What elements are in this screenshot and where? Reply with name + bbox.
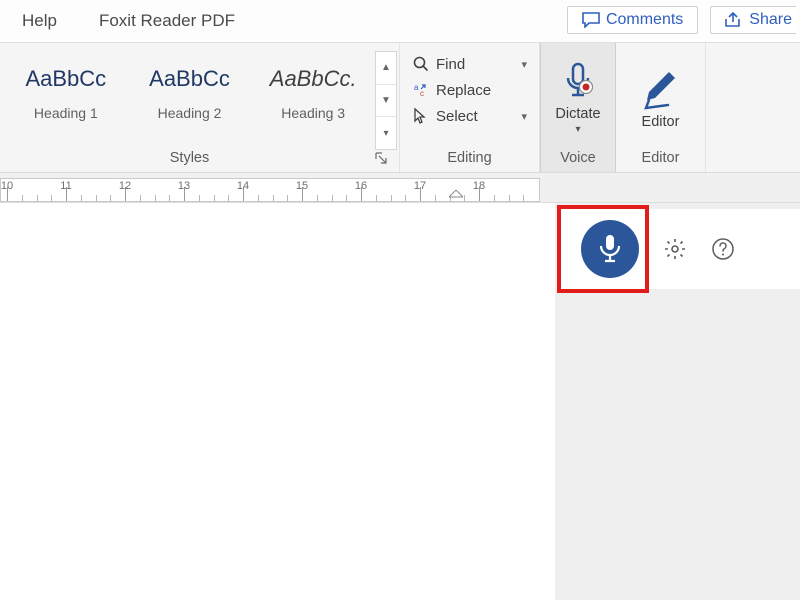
share-button[interactable]: Share xyxy=(710,6,796,34)
title-actions: Comments Share xyxy=(567,6,796,34)
comment-icon xyxy=(582,12,600,28)
style-preview: AaBbCc. xyxy=(253,55,373,103)
gallery-scroll: ▲ ▼ ▾ xyxy=(375,51,397,150)
style-preview: AaBbCc xyxy=(6,55,126,103)
ruler-minor-tick xyxy=(22,195,23,201)
comments-label: Comments xyxy=(606,11,683,29)
editor-pen-icon xyxy=(643,68,679,112)
ruler-minor-tick xyxy=(169,195,170,201)
editing-group: Find ▾ a c Replace Select ▾ Editing xyxy=(400,43,540,172)
gallery-scroll-up[interactable]: ▲ xyxy=(376,52,396,85)
ruler-number: 15 xyxy=(296,180,308,192)
ruler-number: 12 xyxy=(119,180,131,192)
editor-group-label: Editor xyxy=(616,146,705,172)
help-icon[interactable] xyxy=(711,237,735,261)
ruler-minor-tick xyxy=(214,195,215,201)
styles-group-label: Styles xyxy=(4,150,375,166)
select-button[interactable]: Select ▾ xyxy=(408,105,531,127)
ruler-minor-tick xyxy=(464,195,465,201)
gallery-scroll-down[interactable]: ▼ xyxy=(376,85,396,118)
ruler-minor-tick xyxy=(199,195,200,201)
ruler-minor-tick xyxy=(110,195,111,201)
ruler-minor-tick xyxy=(287,195,288,201)
ruler-minor-tick xyxy=(509,195,510,201)
ruler-minor-tick xyxy=(140,195,141,201)
find-button[interactable]: Find ▾ xyxy=(408,53,531,75)
ruler-number: 11 xyxy=(60,180,71,192)
share-label: Share xyxy=(749,11,792,29)
voice-group-label: Voice xyxy=(541,146,615,172)
ruler-number: 13 xyxy=(178,180,190,192)
ruler-minor-tick xyxy=(37,195,38,201)
ruler-number: 10 xyxy=(1,180,13,192)
replace-label: Replace xyxy=(436,82,491,99)
horizontal-ruler[interactable]: 10 11 12 13 14 15 16 17 18 xyxy=(0,178,540,202)
dictate-button[interactable]: Dictate ▾ xyxy=(541,51,615,146)
ruler-minor-tick xyxy=(435,195,436,201)
ruler-minor-tick xyxy=(258,195,259,201)
voice-group: Dictate ▾ Voice xyxy=(540,43,616,172)
select-label: Select xyxy=(436,108,478,125)
chevron-down-icon: ▾ xyxy=(575,124,580,135)
chevron-down-icon: ▾ xyxy=(521,58,527,71)
ruler-minor-tick xyxy=(494,195,495,201)
style-heading1[interactable]: AaBbCc Heading 1 xyxy=(4,51,128,150)
svg-text:c: c xyxy=(420,89,424,98)
style-heading2[interactable]: AaBbCc Heading 2 xyxy=(128,51,252,150)
tutorial-highlight xyxy=(557,205,649,293)
replace-button[interactable]: a c Replace xyxy=(408,79,531,101)
ruler-number: 17 xyxy=(414,180,426,192)
style-caption: Heading 3 xyxy=(253,105,373,121)
ribbon: AaBbCc Heading 1 AaBbCc Heading 2 AaBbCc… xyxy=(0,43,800,173)
ruler-minor-tick xyxy=(155,195,156,201)
ruler-minor-tick xyxy=(228,195,229,201)
replace-icon: a c xyxy=(412,81,430,99)
ruler-number: 14 xyxy=(237,180,249,192)
dictate-icon xyxy=(561,62,595,104)
ruler-row: 10 11 12 13 14 15 16 17 18 xyxy=(0,173,800,203)
comments-button[interactable]: Comments xyxy=(567,6,698,34)
ruler-minor-tick xyxy=(96,195,97,201)
ruler-minor-tick xyxy=(391,195,392,201)
ruler-minor-tick xyxy=(405,195,406,201)
ruler-minor-tick xyxy=(376,195,377,201)
editor-group: Editor Editor xyxy=(616,43,706,172)
ruler-number: 18 xyxy=(473,180,485,192)
styles-group: AaBbCc Heading 1 AaBbCc Heading 2 AaBbCc… xyxy=(0,43,400,172)
dictation-panel xyxy=(555,203,800,600)
styles-launcher-icon[interactable] xyxy=(375,152,387,164)
menu-foxit-reader-pdf[interactable]: Foxit Reader PDF xyxy=(99,11,235,31)
ruler-minor-tick xyxy=(273,195,274,201)
styles-gallery[interactable]: AaBbCc Heading 1 AaBbCc Heading 2 AaBbCc… xyxy=(0,51,375,150)
ruler-minor-tick xyxy=(317,195,318,201)
share-icon xyxy=(725,12,743,28)
ruler-minor-tick xyxy=(523,195,524,201)
work-area xyxy=(0,203,800,600)
menu-help[interactable]: Help xyxy=(22,11,57,31)
document-page[interactable] xyxy=(0,203,555,600)
style-caption: Heading 2 xyxy=(130,105,250,121)
ruler-minor-tick xyxy=(51,195,52,201)
editor-button[interactable]: Editor xyxy=(616,51,705,146)
ruler-minor-tick xyxy=(332,195,333,201)
cursor-icon xyxy=(412,107,430,125)
editing-group-label: Editing xyxy=(400,146,539,172)
svg-text:a: a xyxy=(414,83,419,92)
gallery-expand[interactable]: ▾ xyxy=(376,117,396,149)
ruler-minor-tick xyxy=(346,195,347,201)
chevron-down-icon: ▾ xyxy=(521,110,527,123)
ruler-number: 16 xyxy=(355,180,367,192)
style-caption: Heading 1 xyxy=(6,105,126,121)
find-label: Find xyxy=(436,56,465,73)
style-heading3[interactable]: AaBbCc. Heading 3 xyxy=(251,51,375,150)
search-icon xyxy=(412,55,430,73)
dictate-label: Dictate xyxy=(555,106,600,122)
style-preview: AaBbCc xyxy=(130,55,250,103)
indent-marker-icon[interactable] xyxy=(449,190,463,202)
settings-gear-icon[interactable] xyxy=(663,237,687,261)
editor-label: Editor xyxy=(642,114,680,130)
ruler-minor-tick xyxy=(81,195,82,201)
